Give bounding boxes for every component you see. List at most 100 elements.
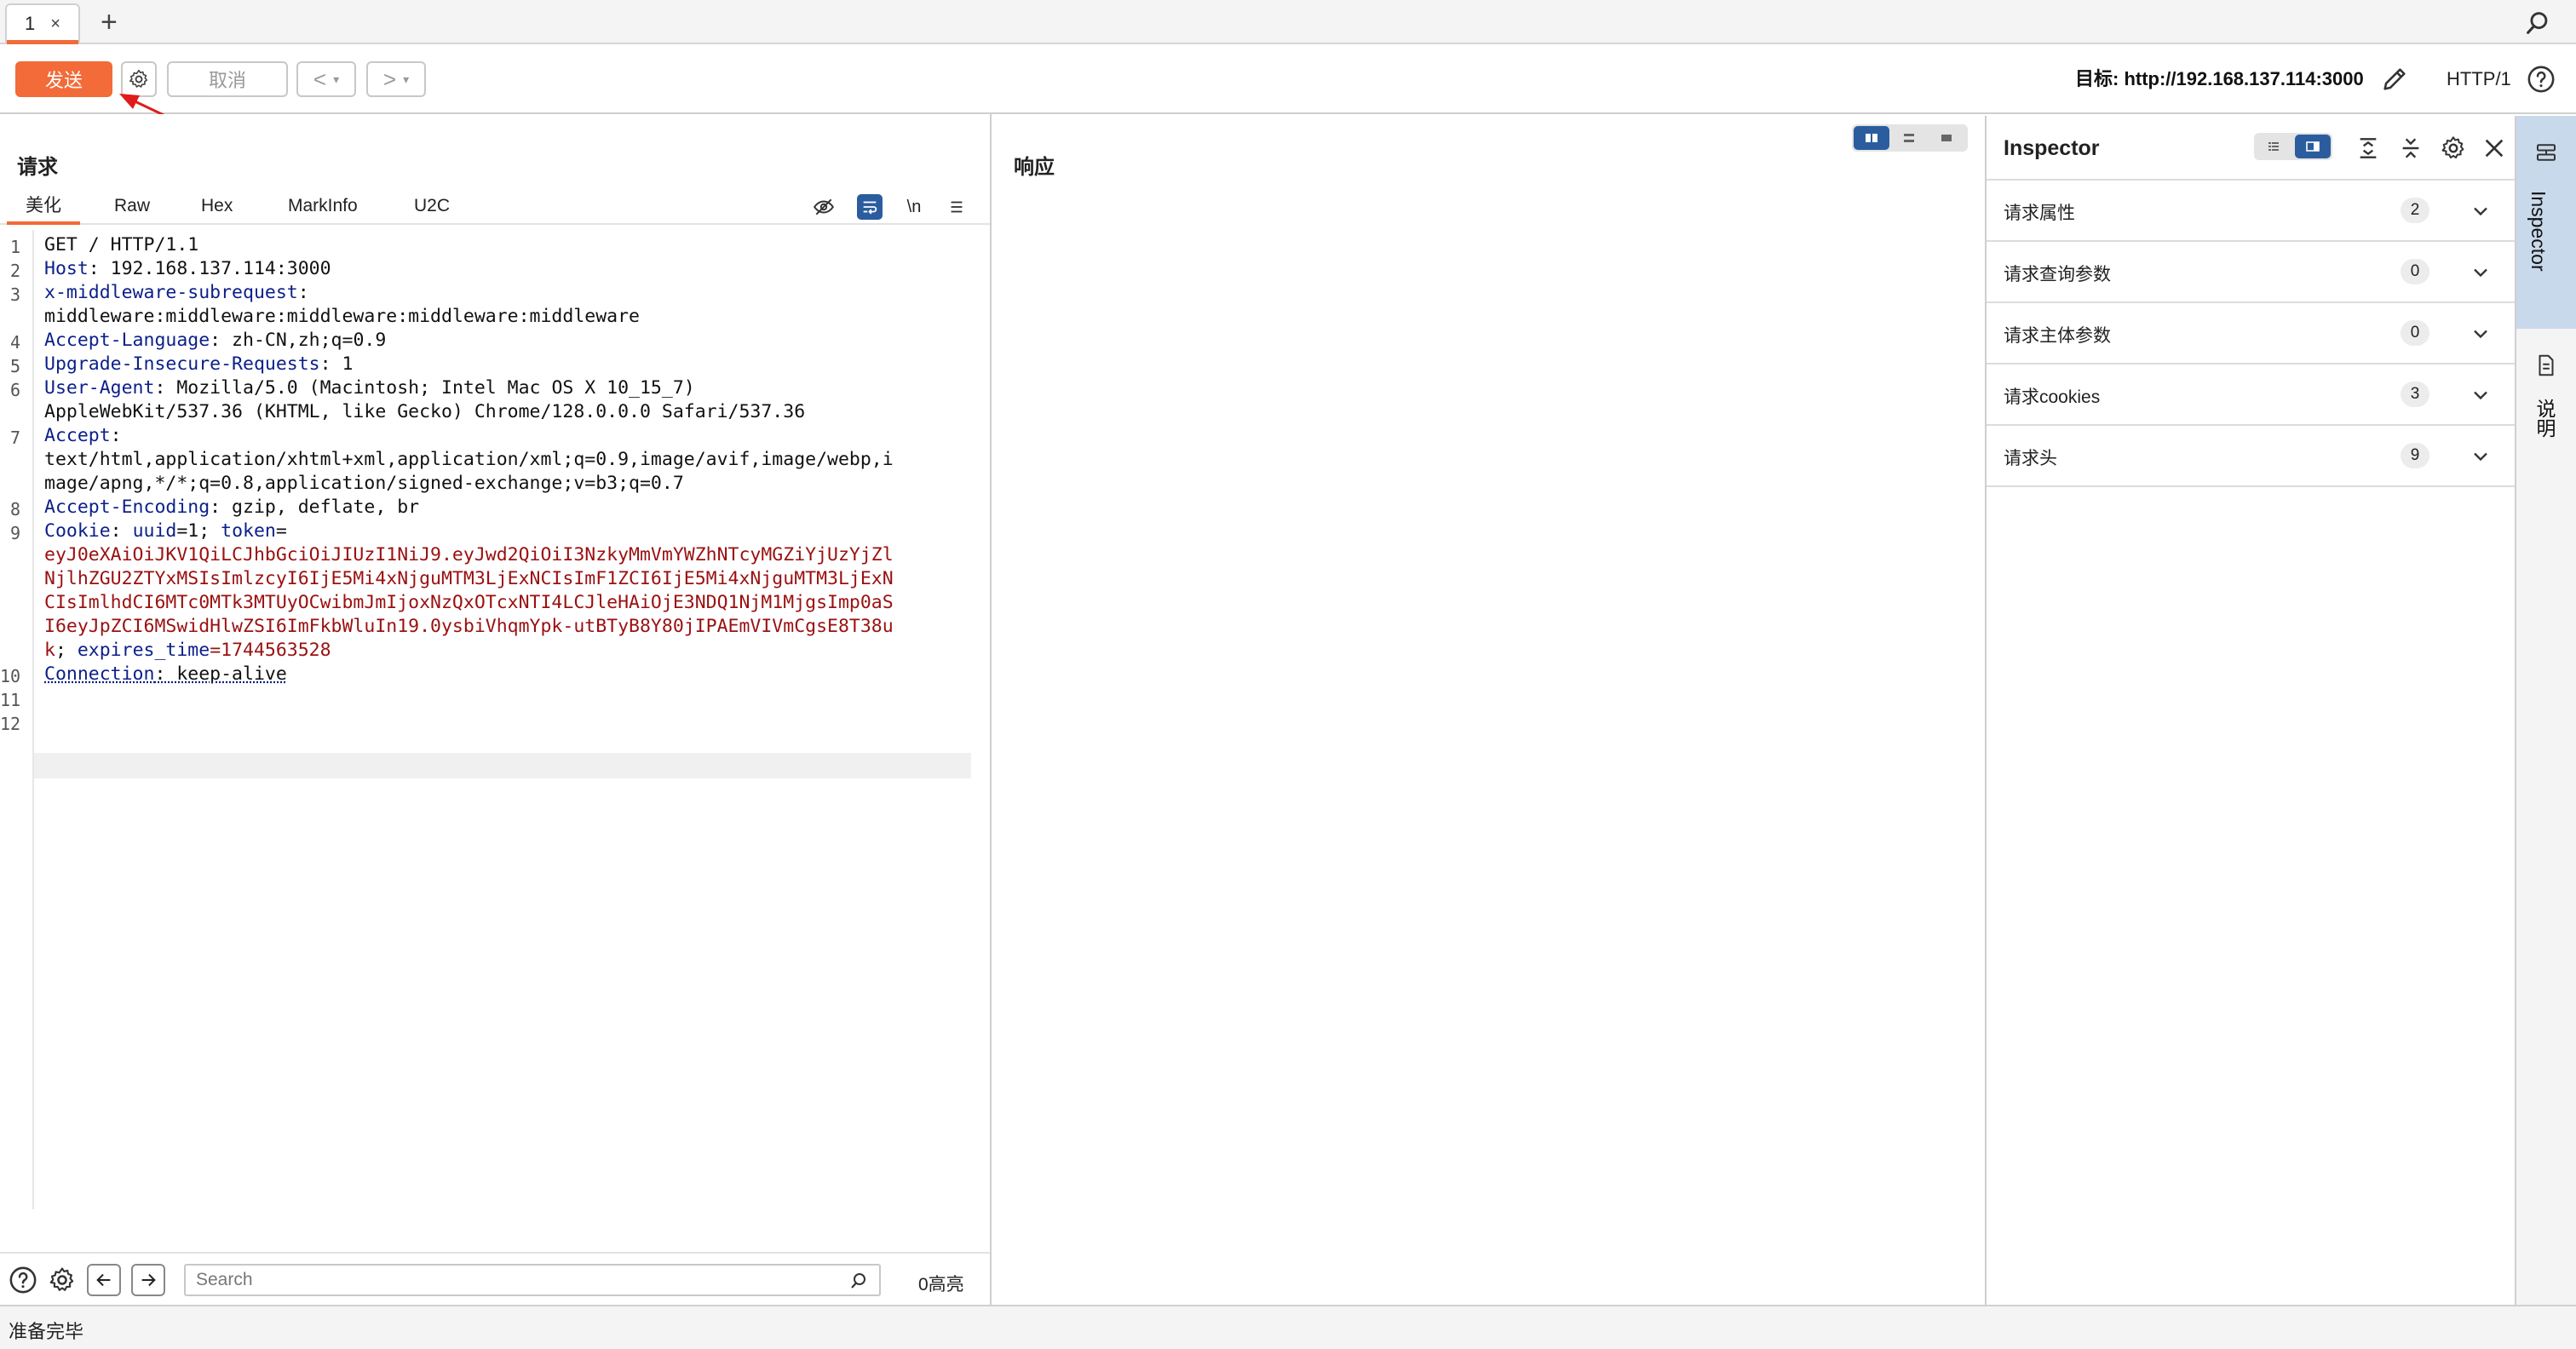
inspector-view-toggle <box>2254 133 2332 160</box>
line-number: 12 <box>0 714 21 734</box>
hide-nonprintable-toggle[interactable] <box>811 194 837 220</box>
code-line: mage/apng,*/*;q=0.8,application/signed-e… <box>44 472 684 496</box>
tab-pretty[interactable]: 美化 <box>7 189 80 225</box>
inspector-row-label: 请求cookies <box>2004 387 2101 407</box>
line-number: 3 <box>9 284 20 305</box>
line-number: 6 <box>9 380 20 400</box>
cookie-sep: ; <box>198 520 221 542</box>
request-editor[interactable]: 1 2 3 4 5 6 7 8 9 10 11 12 GET / HTTP/1.… <box>0 230 990 1209</box>
inspector-row-cookies[interactable]: 请求cookies 3 <box>1987 365 2515 426</box>
search-prev-button[interactable] <box>87 1264 121 1296</box>
help-icon[interactable] <box>9 1266 37 1294</box>
code-line: x-middleware-subrequest: <box>44 281 309 305</box>
header-key: Upgrade-Insecure-Requests <box>44 353 320 375</box>
http-version-selector[interactable]: HTTP/1 <box>2447 65 2511 94</box>
header-sep: : <box>110 520 133 542</box>
inspector-row-request-attributes[interactable]: 请求属性 2 <box>1987 181 2515 242</box>
header-key: Accept-Language <box>44 330 210 351</box>
highlight-count: 0高亮 <box>918 1275 964 1294</box>
cookie-eq: = <box>275 520 287 542</box>
inspector-row-count: 0 <box>2401 320 2429 346</box>
tab-raw[interactable]: Raw <box>114 189 150 223</box>
tab-strip: 1 × + <box>0 0 2576 44</box>
help-icon[interactable] <box>2527 65 2556 94</box>
rail-tab-label: Inspector <box>2527 191 2550 272</box>
tab-markinfo[interactable]: MarkInfo <box>288 189 358 223</box>
code-line: Connection: keep-alive <box>44 663 287 686</box>
line-number: 7 <box>9 428 20 448</box>
token-line: I6eyJpZCI6MSwidHlwZSI6ImFkbWluIn19.0ysbi… <box>44 616 894 637</box>
chevron-down-icon <box>2474 268 2487 278</box>
layout-side-by-side[interactable] <box>1854 126 1889 150</box>
header-value: : <box>110 425 122 446</box>
eye-slash-icon <box>814 198 834 215</box>
header-value: middleware:middleware:middleware:middlew… <box>44 306 640 327</box>
chevron-down-icon <box>2474 207 2487 216</box>
add-tab-button[interactable]: + <box>101 5 118 39</box>
collapse-all-icon[interactable] <box>2397 135 2424 162</box>
code-line: GET / HTTP/1.1 <box>44 233 198 257</box>
inspector-row-count: 3 <box>2401 382 2429 407</box>
inspector-row-count: 9 <box>2401 443 2429 468</box>
header-value: : Mozilla/5.0 (Macintosh; Intel Mac OS X… <box>154 377 695 399</box>
token-line: CIsImlhdCI6MTc0MTk3MTUyOCwibmJmIjoxNzQxO… <box>44 592 894 613</box>
tab-1[interactable]: 1 × <box>5 3 80 44</box>
header-value: text/html,application/xhtml+xml,applicat… <box>44 449 894 470</box>
header-key: Accept <box>44 425 111 446</box>
request-pane: 请求 美化 Raw Hex MarkInfo U2C \n 1 2 3 4 5 … <box>0 114 992 1305</box>
layout-stacked[interactable] <box>1891 126 1927 150</box>
cookie-value: =1744563528 <box>210 640 331 661</box>
close-icon[interactable]: × <box>50 14 60 34</box>
code-line: Accept-Language: zh-CN,zh;q=0.9 <box>44 329 386 353</box>
history-forward-button[interactable]: > ▾ <box>366 61 426 97</box>
inspector-row-label: 请求主体参数 <box>2004 326 2111 346</box>
chevron-down-icon <box>2474 330 2487 339</box>
list-icon <box>2268 142 2279 151</box>
layout-single[interactable] <box>1929 126 1964 150</box>
newline-toggle[interactable]: \n <box>901 194 927 220</box>
header-key: Cookie <box>44 520 111 542</box>
search-icon[interactable] <box>2523 9 2552 37</box>
code-line: Upgrade-Insecure-Requests: 1 <box>44 353 353 376</box>
search-next-button[interactable] <box>131 1264 165 1296</box>
inspector-row-headers[interactable]: 请求头 9 <box>1987 426 2515 487</box>
chevron-down-icon <box>2474 452 2487 462</box>
line-number: 4 <box>9 332 20 353</box>
inspector-header: Inspector <box>1987 116 2515 181</box>
close-icon[interactable] <box>2481 135 2508 162</box>
rail-tab-notes[interactable]: 说明 <box>2530 399 2559 438</box>
code-line: text/html,application/xhtml+xml,applicat… <box>44 448 894 472</box>
inspector-row-body-params[interactable]: 请求主体参数 0 <box>1987 303 2515 365</box>
header-key: Connection <box>44 663 155 685</box>
arrow-right-icon <box>141 1273 156 1287</box>
inspector-panel-view[interactable] <box>2295 135 2331 158</box>
inspector-list-view[interactable] <box>2256 135 2291 158</box>
gear-icon[interactable] <box>48 1266 77 1294</box>
back-icon: < <box>313 66 327 92</box>
header-value: : keep-alive <box>154 663 287 685</box>
expand-all-icon[interactable] <box>2355 135 2382 162</box>
line-number: 10 <box>0 666 21 686</box>
history-back-button[interactable]: < ▾ <box>296 61 356 97</box>
line-number: 11 <box>0 690 21 710</box>
cookie-key: uuid <box>132 520 177 542</box>
code-line: Accept-Encoding: gzip, deflate, br <box>44 496 419 520</box>
token-line: NjlhZGU2ZTYxMSIsImlzcyI6IjE5Mi4xNjguMTM3… <box>44 568 894 589</box>
tab-u2c[interactable]: U2C <box>414 189 450 223</box>
inspector-row-query-params[interactable]: 请求查询参数 0 <box>1987 242 2515 303</box>
status-bar: 准备完毕 <box>0 1305 2576 1349</box>
gear-icon[interactable] <box>2440 135 2467 162</box>
pencil-icon[interactable] <box>2380 65 2409 94</box>
rail-tab-inspector[interactable]: Inspector <box>2516 116 2576 329</box>
send-button[interactable]: 发送 <box>15 61 112 97</box>
tab-hex[interactable]: Hex <box>201 189 233 223</box>
document-icon[interactable] <box>2533 353 2559 378</box>
menu-icon[interactable] <box>944 194 969 220</box>
rows-icon <box>1904 134 1914 142</box>
wrap-lines-toggle[interactable] <box>857 194 883 220</box>
code-line: AppleWebKit/537.36 (KHTML, like Gecko) C… <box>44 400 805 424</box>
search-input[interactable] <box>184 1264 881 1296</box>
chevron-down-icon: ▾ <box>403 72 410 86</box>
forward-icon: > <box>382 66 397 92</box>
inspector-row-count: 0 <box>2401 259 2429 284</box>
